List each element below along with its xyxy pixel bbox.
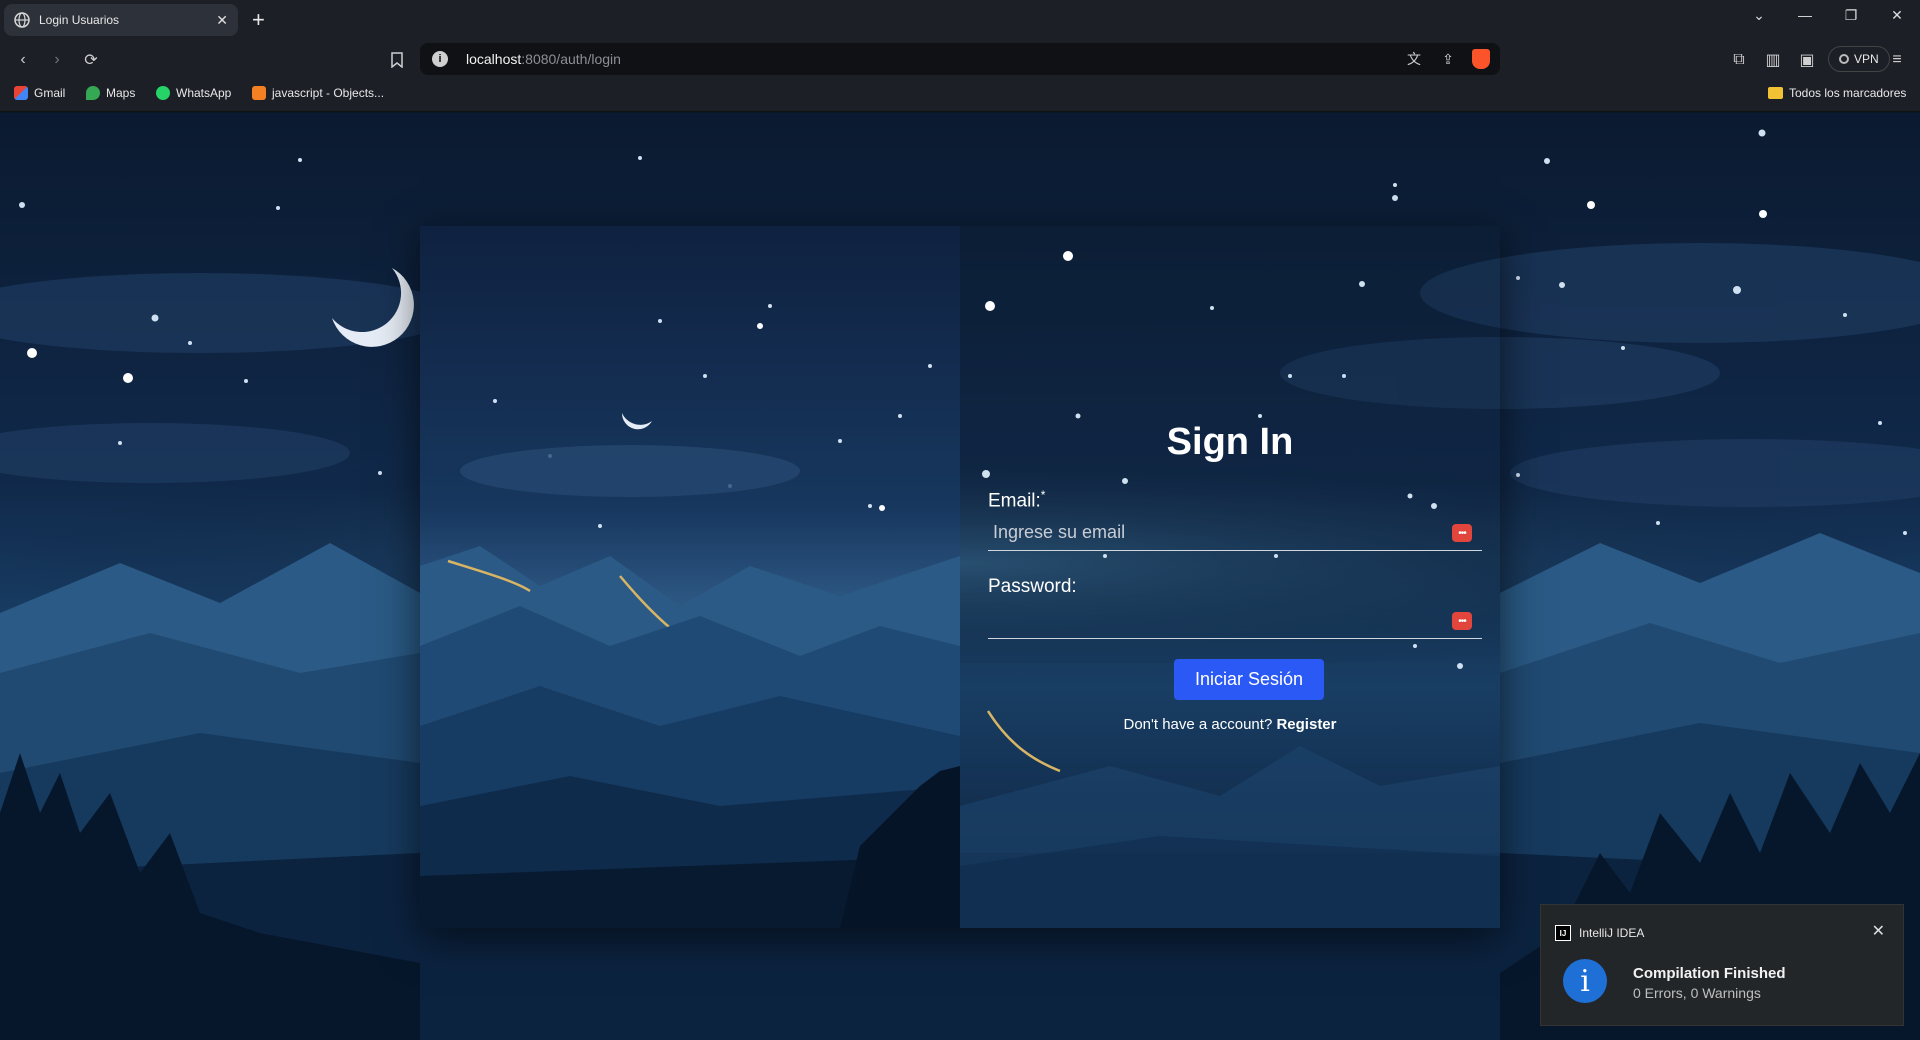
gmail-icon	[14, 86, 28, 100]
email-field-container: •••	[988, 515, 1482, 551]
login-submit-button[interactable]: Iniciar Sesión	[1174, 659, 1324, 700]
notification-app: IJ IntelliJ IDEA	[1555, 925, 1644, 941]
password-manager-icon[interactable]: •••	[1452, 612, 1472, 630]
whatsapp-icon	[156, 86, 170, 100]
forward-button[interactable]: ›	[46, 49, 68, 71]
password-label: Password:	[988, 576, 1077, 597]
back-button[interactable]: ‹	[12, 49, 34, 71]
register-link[interactable]: Register	[1276, 716, 1336, 733]
wallet-icon[interactable]: ▣	[1796, 49, 1818, 71]
email-field[interactable]	[988, 515, 1428, 549]
bookmarks-folder[interactable]: Todos los marcadores	[1768, 86, 1906, 100]
sidebar-icon[interactable]: ▥	[1762, 49, 1784, 71]
tab-search-chevron-icon[interactable]: ⌄	[1736, 0, 1782, 30]
bookmark-maps[interactable]: Maps	[86, 86, 135, 100]
tab-title: Login Usuarios	[39, 13, 120, 27]
url-path: :8080/auth/login	[521, 51, 621, 67]
vpn-button[interactable]: VPN	[1828, 46, 1890, 72]
bookmarks-bar: Gmail Maps WhatsApp javascript - Objects…	[0, 78, 1920, 112]
minimize-button[interactable]: —	[1782, 0, 1828, 30]
bookmark-icon[interactable]	[386, 49, 408, 71]
info-icon: i	[1563, 959, 1607, 1003]
toolbar: ‹ › ⟳ i localhost:8080/auth/login 文 ⇪ ⧉ …	[0, 40, 1920, 78]
email-label: Email:*	[988, 488, 1046, 512]
folder-icon	[1768, 87, 1783, 99]
mountain-illustration	[420, 304, 960, 928]
vpn-label: VPN	[1854, 52, 1879, 66]
new-tab-button[interactable]: +	[252, 6, 265, 34]
bookmark-gmail[interactable]: Gmail	[14, 86, 65, 100]
password-field[interactable]	[988, 603, 1428, 637]
password-manager-icon[interactable]: •••	[1452, 524, 1472, 542]
reload-button[interactable]: ⟳	[80, 49, 102, 71]
login-illustration-panel	[420, 226, 960, 928]
menu-icon[interactable]: ≡	[1886, 49, 1908, 71]
close-tab-icon[interactable]: ✕	[216, 12, 228, 29]
address-bar-actions: 文 ⇪	[1404, 49, 1490, 69]
notification-title: Compilation Finished	[1633, 965, 1786, 982]
maps-icon	[86, 86, 100, 100]
address-bar[interactable]: i localhost:8080/auth/login 文 ⇪	[420, 43, 1500, 75]
notification-toast[interactable]: IJ IntelliJ IDEA ✕ i Compilation Finishe…	[1540, 904, 1904, 1026]
tab-login-usuarios[interactable]: Login Usuarios ✕	[4, 4, 238, 36]
brave-shields-icon[interactable]	[1472, 49, 1490, 69]
login-form-panel: Sign In Email:* ••• Password: ••• Inicia…	[960, 226, 1500, 928]
intellij-icon: IJ	[1555, 925, 1571, 941]
restore-button[interactable]: ❐	[1828, 0, 1874, 30]
close-window-button[interactable]: ✕	[1874, 0, 1920, 30]
extensions-icon[interactable]: ⧉	[1728, 49, 1750, 71]
register-prompt: Don't have a account? Register	[1123, 716, 1337, 733]
required-mark: *	[1040, 488, 1046, 502]
site-info-icon[interactable]: i	[432, 51, 448, 67]
bookmark-whatsapp[interactable]: WhatsApp	[156, 86, 231, 100]
notification-message: 0 Errors, 0 Warnings	[1633, 985, 1761, 1001]
stackoverflow-icon	[252, 86, 266, 100]
translate-icon[interactable]: 文	[1404, 49, 1424, 69]
login-card: Sign In Email:* ••• Password: ••• Inicia…	[420, 226, 1500, 928]
page-title: Sign In	[1166, 421, 1294, 463]
globe-icon	[14, 12, 30, 28]
tab-strip: Login Usuarios ✕ + ⌄ — ❐ ✕	[0, 0, 1920, 40]
vpn-status-icon	[1839, 54, 1849, 64]
password-field-container: •••	[988, 603, 1482, 639]
notification-app-name: IntelliJ IDEA	[1579, 926, 1645, 940]
bookmark-javascript[interactable]: javascript - Objects...	[252, 86, 384, 100]
share-icon[interactable]: ⇪	[1438, 49, 1458, 69]
page-background: Sign In Email:* ••• Password: ••• Inicia…	[0, 113, 1920, 1040]
close-notification-icon[interactable]: ✕	[1872, 921, 1885, 941]
url-host: localhost	[466, 51, 522, 67]
